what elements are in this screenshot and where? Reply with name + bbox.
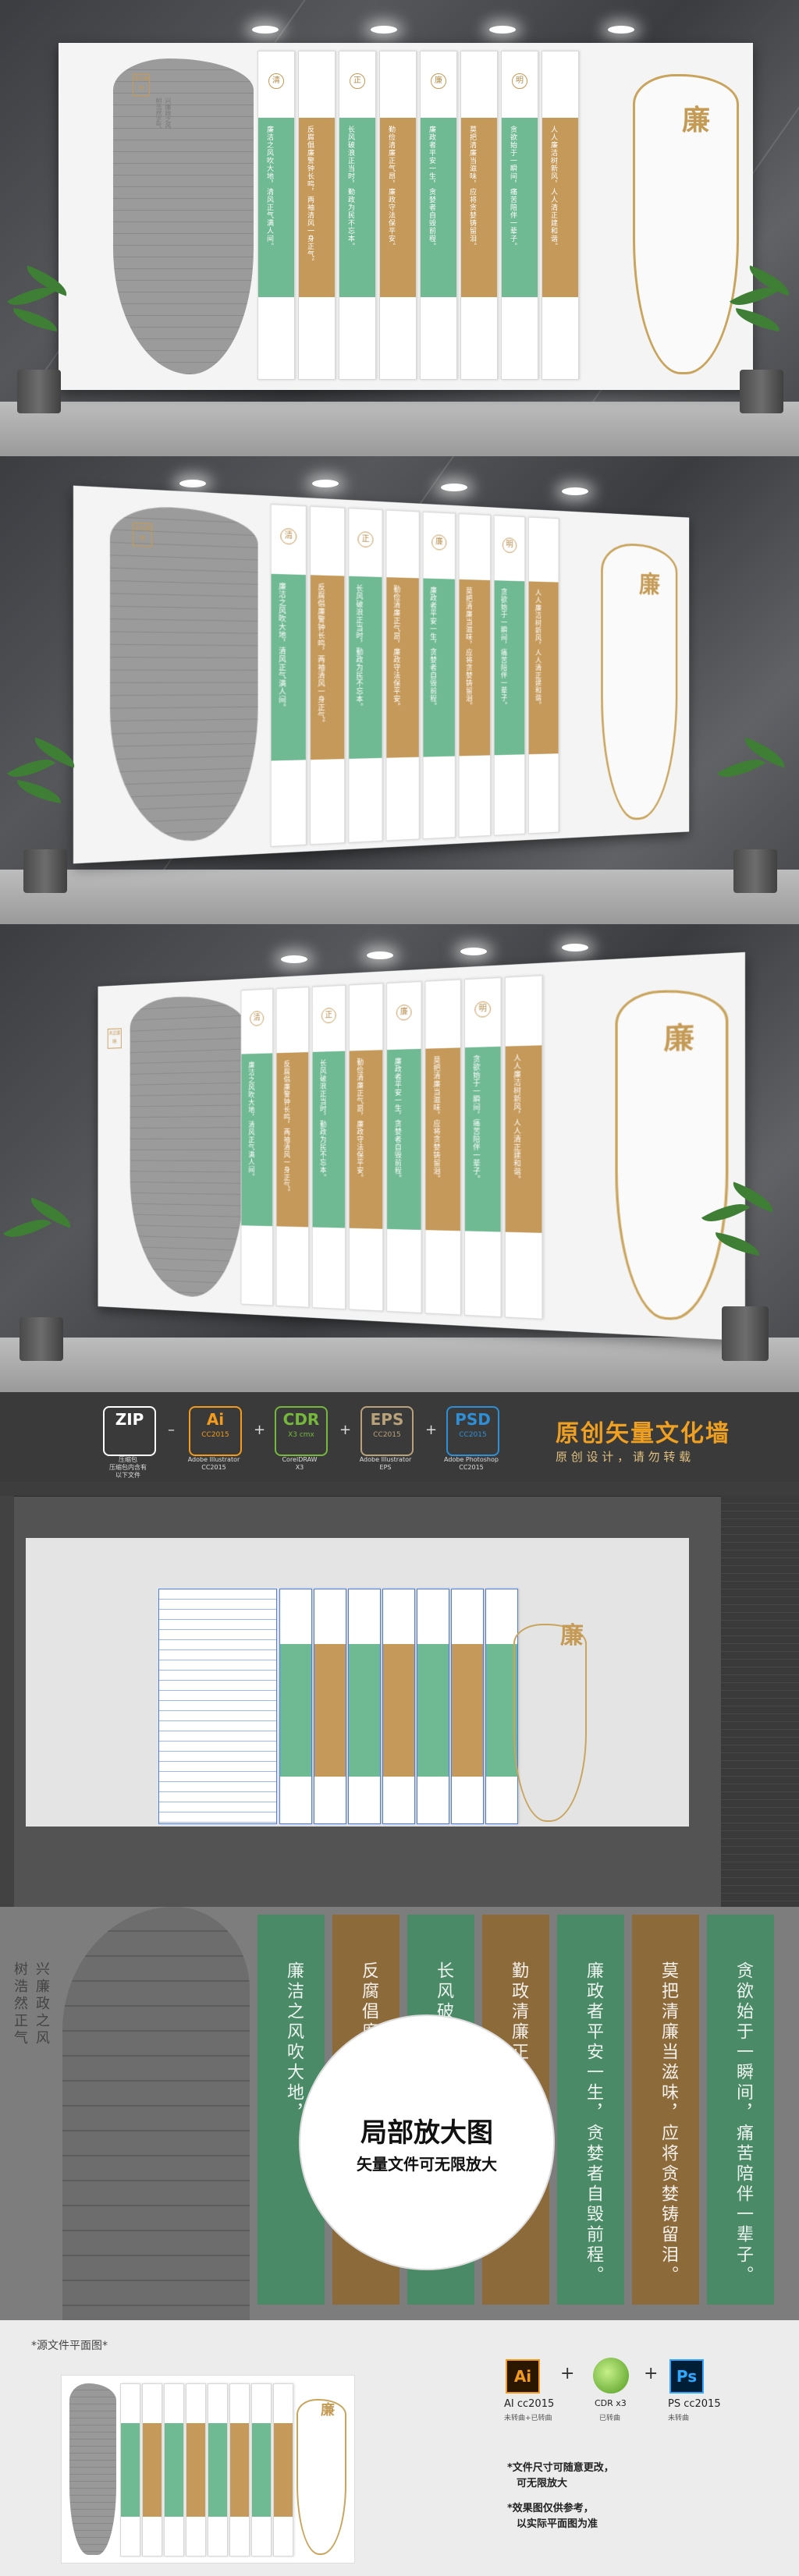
strip: 清廉洁之风吹大地，清风正气满人间。 (257, 51, 295, 380)
zoom-column: 贪欲始于一瞬间，痛苦陪伴一辈子。 (707, 1915, 774, 2305)
cdr-badge: CDR X3 cmx (275, 1406, 328, 1456)
tools-panel (0, 1496, 14, 1907)
zip-badge: ZIP (103, 1406, 156, 1456)
note-line: *文件尺寸可随意更改， (507, 2459, 614, 2474)
seal-stamp: 清正廉明 (133, 74, 150, 96)
note-line: 可无限放大 (517, 2475, 567, 2489)
source-info: *源文件平面图* 廉 Ai AI cc2015 未转曲+已转曲 + CDR x3… (0, 2320, 799, 2576)
lian-character: 廉 (682, 97, 710, 138)
strip: 廉廉政者平安一生，贪婪者自毁前程。 (420, 51, 457, 380)
zoom-brick-vase (62, 1907, 250, 2320)
flat-preview: 廉 (61, 2375, 355, 2564)
badge-subtitle: 矢量文件可无限放大 (310, 2152, 544, 2174)
psd-badge: PSD CC2015 (446, 1406, 499, 1456)
toolbar (0, 1482, 799, 1497)
cdr-icon (593, 2358, 629, 2394)
mockup-angled-right: 清正廉明 清廉洁之风吹大地，清风正气满人间。 反腐倡廉警钟长鸣，两袖清风一身正气… (0, 456, 799, 924)
strip: 明贪欲始于一瞬间，痛苦陪伴一辈子。 (501, 51, 538, 380)
slogan-line: 树浩然正气 (9, 1961, 30, 2047)
culture-wall: 清正廉明 清廉洁之风吹大地，清风正气满人间。 反腐倡廉警钟长鸣，两袖清风一身正气… (98, 952, 745, 1341)
strip: 正长风破浪正当时，勤政为民不忘本。 (339, 51, 376, 380)
ceiling-light (371, 26, 397, 34)
format-banner: ZIP 压缩包 压缩包内含有 以下文件 – Ai CC2015 Adobe Ill… (0, 1392, 799, 1482)
zoom-badge: 局部放大图 矢量文件可无限放大 (300, 2016, 553, 2269)
zoom-column: 莫把清廉当滋味，应将贪婪铸留泪。 (632, 1915, 699, 2305)
potted-plant (730, 265, 793, 413)
slogan-line: 兴廉政之风 (31, 1961, 51, 2047)
editor-screenshot: 廉 (0, 1482, 799, 1907)
strip: 反腐倡廉警钟长鸣，两袖清风一身正气。 (298, 51, 336, 380)
artboard: 廉 (26, 1538, 689, 1827)
ceiling-light (489, 26, 516, 34)
culture-wall: 清正廉明 清廉洁之风吹大地，清风正气满人间。 反腐倡廉警钟长鸣，两袖清风一身正气… (73, 486, 689, 864)
format-caption: 压缩包 压缩包内含有 以下文件 (97, 1456, 159, 1479)
strip: 勤俭清廉正气昂，廉政守法保平安。 (379, 51, 417, 380)
strip: 莫把清廉当滋味，应将贪婪铸留泪。 (460, 51, 498, 380)
banner-title: 原创矢量文化墙 (556, 1414, 730, 1448)
eps-badge: EPS CC2015 (360, 1406, 414, 1456)
badge-title: 局部放大图 (310, 2111, 544, 2149)
ps-icon: Ps (669, 2359, 704, 2394)
text-strips: 清廉洁之风吹大地，清风正气满人间。 反腐倡廉警钟长鸣，两袖清风一身正气。 正长风… (257, 51, 579, 378)
section-label: *源文件平面图* (31, 2337, 108, 2353)
layers-panel (721, 1496, 799, 1907)
note-line: *效果图仅供参考， (507, 2500, 594, 2514)
note-line: 以实际平面图为准 (517, 2515, 598, 2530)
mockup-angled-left: 清正廉明 清廉洁之风吹大地，清风正气满人间。 反腐倡廉警钟长鸣，两袖清风一身正气… (0, 924, 799, 1392)
zoom-detail: 兴廉政之风 树浩然正气 廉洁之风吹大地， 反腐倡廉 长风破浪 勤政清廉正气昂，平… (0, 1907, 799, 2320)
ceiling-light (608, 26, 634, 34)
slogan-line: 树浩然正气 (154, 97, 163, 129)
slogan-line: 兴廉政之风 (164, 97, 172, 129)
brick-vase (113, 58, 254, 374)
zoom-column: 廉政者平安一生，贪婪者自毁前程。 (557, 1915, 624, 2305)
mockup-front: 清正廉明 兴廉政之风 树浩然正气 清廉洁之风吹大地，清风正气满人间。 反腐倡廉警… (0, 0, 799, 456)
banner-subtitle: 原 创 设 计 ， 请 勿 转 载 (556, 1448, 691, 1465)
ai-icon: Ai (506, 2359, 540, 2394)
strip: 人人廉洁树新风，人人清正建和谐。 (542, 51, 579, 380)
ceiling-light (252, 26, 279, 34)
culture-wall: 清正廉明 兴廉政之风 树浩然正气 清廉洁之风吹大地，清风正气满人间。 反腐倡廉警… (59, 43, 753, 390)
potted-plant (8, 265, 70, 413)
ai-badge: Ai CC2015 (189, 1406, 242, 1456)
